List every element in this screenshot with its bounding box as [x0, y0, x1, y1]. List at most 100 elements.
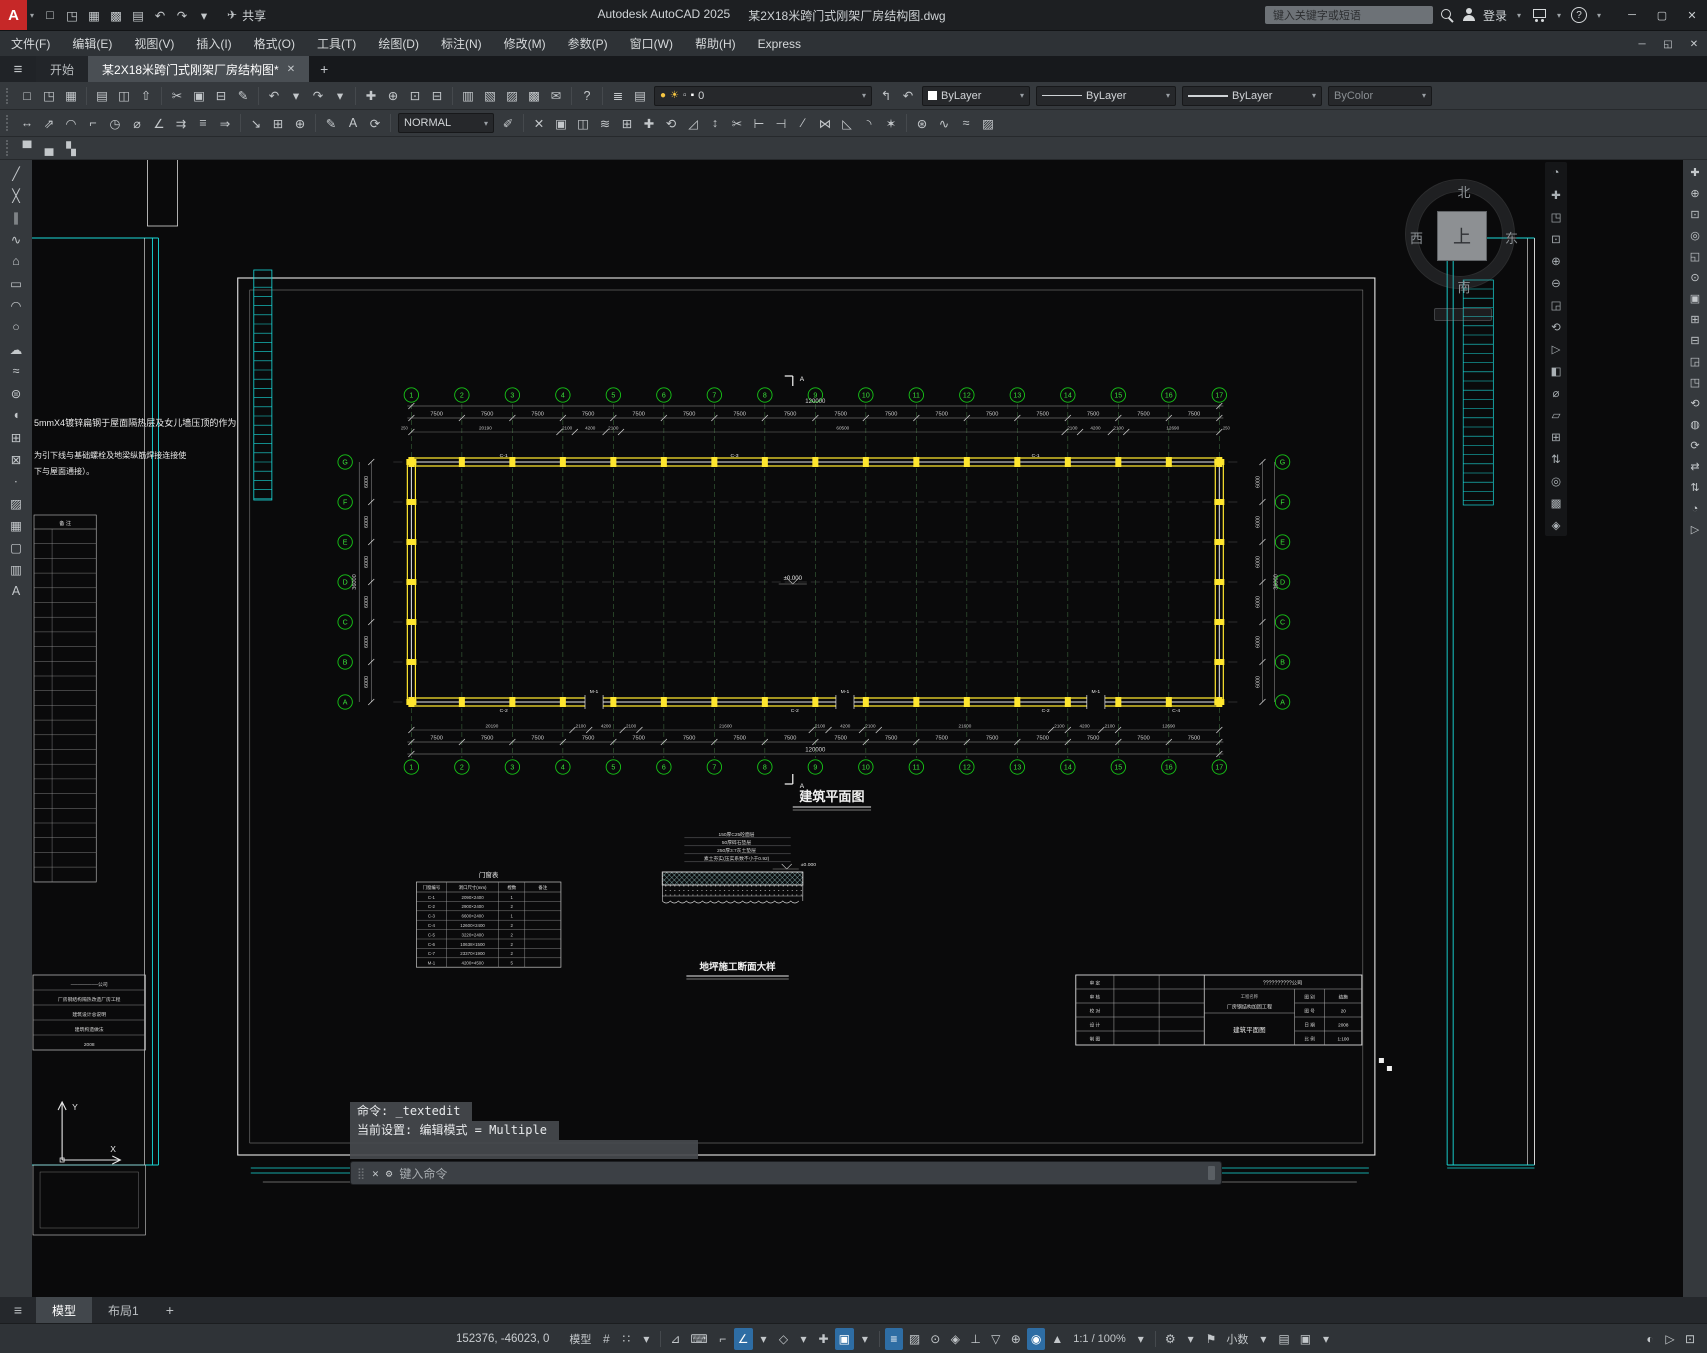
app-logo[interactable]: A [0, 0, 27, 30]
dim-baseline-icon[interactable]: ≡ [192, 112, 214, 134]
volume-icon[interactable]: ⊞ [1545, 426, 1567, 448]
spline-icon[interactable]: ≈ [4, 360, 28, 382]
sheet-set-manager-icon[interactable]: ▩ [523, 85, 545, 107]
explode-icon[interactable]: ✶ [880, 112, 902, 134]
redo-dropdown-icon[interactable]: ▾ [329, 85, 351, 107]
workspace-dropdown-icon[interactable]: ▾ [1182, 1328, 1200, 1350]
region-icon[interactable]: ▢ [4, 536, 28, 558]
cart-icon[interactable] [1531, 8, 1547, 23]
right-sheet[interactable] [1447, 238, 1534, 1165]
workspace-switching-icon[interactable]: ⚙ [1161, 1328, 1180, 1350]
tab-close-icon[interactable]: ✕ [287, 64, 295, 75]
zoom-extents-icon[interactable]: ◳ [1545, 206, 1567, 228]
annotation-scale-dropdown-icon[interactable]: ▾ [1132, 1328, 1150, 1350]
left-ladder-detail[interactable] [254, 270, 272, 500]
quick-dimension-icon[interactable]: ⇉ [170, 112, 192, 134]
viewcube-wcs-chip[interactable] [1434, 308, 1492, 321]
multiline-text-icon[interactable]: A [4, 580, 28, 602]
zoom-previous-icon[interactable]: ⊟ [426, 85, 448, 107]
scale-icon[interactable]: ◿ [682, 112, 704, 134]
ellipse-arc-icon[interactable]: ◖ [4, 404, 28, 426]
render-icon[interactable]: ▩ [1545, 492, 1567, 514]
edit-hatch-icon[interactable]: ▨ [977, 112, 999, 134]
swivel-icon[interactable]: ⇄ [1684, 456, 1706, 477]
arc-icon[interactable]: ◠ [4, 294, 28, 316]
linetype-combo[interactable]: ByLayer ▾ [1036, 86, 1176, 106]
user-icon[interactable] [1462, 8, 1476, 22]
trim-icon[interactable]: ✂ [726, 112, 748, 134]
draw-order-back-icon[interactable]: ▄ [38, 137, 60, 159]
login-dropdown-icon[interactable]: ▾ [1514, 11, 1524, 20]
layer-combo-dropdown-icon[interactable]: ▾ [858, 91, 866, 100]
login-button[interactable]: 登录 [1483, 7, 1507, 24]
gizmo-toggle[interactable]: ⊕ [1007, 1328, 1025, 1350]
zoom-all-icon[interactable]: ◲ [1684, 351, 1706, 372]
point-icon[interactable]: ∙ [4, 470, 28, 492]
dynamic-input-toggle[interactable]: ⌨ [686, 1328, 711, 1350]
chamfer-icon[interactable]: ◺ [836, 112, 858, 134]
move-icon[interactable]: ✚ [638, 112, 660, 134]
circle-icon[interactable]: ○ [4, 316, 28, 338]
array-icon[interactable]: ⊞ [616, 112, 638, 134]
group-icon[interactable]: ⊛ [911, 112, 933, 134]
tab-model[interactable]: 模型 [36, 1297, 92, 1323]
extend-icon[interactable]: ⊢ [748, 112, 770, 134]
open-icon[interactable]: ◳ [38, 85, 60, 107]
join-icon[interactable]: ⋈ [814, 112, 836, 134]
floor-plan[interactable]: 1122334455667788991010111112121313141415… [338, 376, 1290, 810]
show-motion-icon[interactable]: ▷ [1684, 519, 1706, 540]
ellipse-icon[interactable]: ⊜ [4, 382, 28, 404]
new-layout-button[interactable]: + [155, 1297, 185, 1323]
stretch-icon[interactable]: ↕ [704, 112, 726, 134]
units-dropdown-icon[interactable]: ▾ [1254, 1328, 1272, 1350]
layout-menu-icon[interactable]: ≡ [0, 1297, 36, 1323]
multiline-icon[interactable]: ∥ [4, 206, 28, 228]
gradient-icon[interactable]: ▦ [4, 514, 28, 536]
zoom-window-icon[interactable]: ⊡ [1545, 228, 1567, 250]
ucs-icon[interactable]: YX [58, 1102, 120, 1164]
isodraft-dropdown-icon[interactable]: ▾ [795, 1328, 813, 1350]
model-paper-toggle[interactable]: 模型 [565, 1328, 595, 1350]
dim-radius-icon[interactable]: ◷ [104, 112, 126, 134]
qat-plot-icon[interactable]: ▤ [127, 4, 149, 26]
qat-new-icon[interactable]: □ [39, 4, 61, 26]
snap-dropdown-icon[interactable]: ▾ [637, 1328, 655, 1350]
color-combo[interactable]: ByLayer ▾ [922, 86, 1030, 106]
viewcube[interactable]: 北 南 西 东 上 [1400, 164, 1528, 324]
app-menu-dropdown-icon[interactable]: ▾ [27, 11, 37, 20]
model-space-canvas[interactable]: 备 注────────公司厂房钢结构隔热改造厂房工程建筑设计总说明建筑构造做法2… [32, 160, 1683, 1297]
menu-item[interactable]: 插入(I) [185, 31, 242, 56]
multileader-icon[interactable]: ↘ [245, 112, 267, 134]
edit-spline-icon[interactable]: ≈ [955, 112, 977, 134]
copy-icon[interactable]: ▣ [188, 85, 210, 107]
command-customize-icon[interactable]: ⚙ [386, 1167, 393, 1180]
quick-properties-toggle[interactable]: ▤ [1274, 1328, 1293, 1350]
menu-item[interactable]: 参数(P) [557, 31, 619, 56]
qnew-icon[interactable]: □ [16, 85, 38, 107]
undo-icon[interactable]: ↶ [263, 85, 285, 107]
adjust-distance-icon[interactable]: ⇅ [1684, 477, 1706, 498]
zoom-in-icon[interactable]: ⊕ [1545, 250, 1567, 272]
zoom-window-icon[interactable]: ⊡ [1684, 204, 1706, 225]
redo-icon[interactable]: ↷ [307, 85, 329, 107]
viewcube-north-label[interactable]: 北 [1400, 182, 1528, 201]
annotation-autoscale-toggle[interactable]: ▲ [1047, 1328, 1067, 1350]
qat-save-icon[interactable]: ▦ [83, 4, 105, 26]
doc-restore-button[interactable]: ◱ [1655, 31, 1681, 57]
qat-redo-icon[interactable]: ↷ [171, 4, 193, 26]
polar-dropdown-icon[interactable]: ▾ [755, 1328, 773, 1350]
save-icon[interactable]: ▦ [60, 85, 82, 107]
undo-dropdown-icon[interactable]: ▾ [285, 85, 307, 107]
zoom-realtime-icon[interactable]: ⊕ [1684, 183, 1706, 204]
pan-icon[interactable]: ✚ [1545, 184, 1567, 206]
linetype-combo-dropdown-icon[interactable]: ▾ [1162, 91, 1170, 100]
menu-item[interactable]: 标注(N) [430, 31, 493, 56]
coordinates-display[interactable]: 152376, -46023, 0 [456, 1333, 549, 1345]
zoom-object-icon[interactable]: ▣ [1684, 288, 1706, 309]
viewcube-west-label[interactable]: 西 [1410, 228, 1423, 247]
dim-aligned-icon[interactable]: ⇗ [38, 112, 60, 134]
match-properties-icon[interactable]: ✎ [232, 85, 254, 107]
line-icon[interactable]: ╱ [4, 162, 28, 184]
fillet-icon[interactable]: ◝ [858, 112, 880, 134]
title-block[interactable]: 审 定审 核校 对设 计制 图??????????公司工程名称厂房钢结构加固工程… [1076, 975, 1362, 1045]
